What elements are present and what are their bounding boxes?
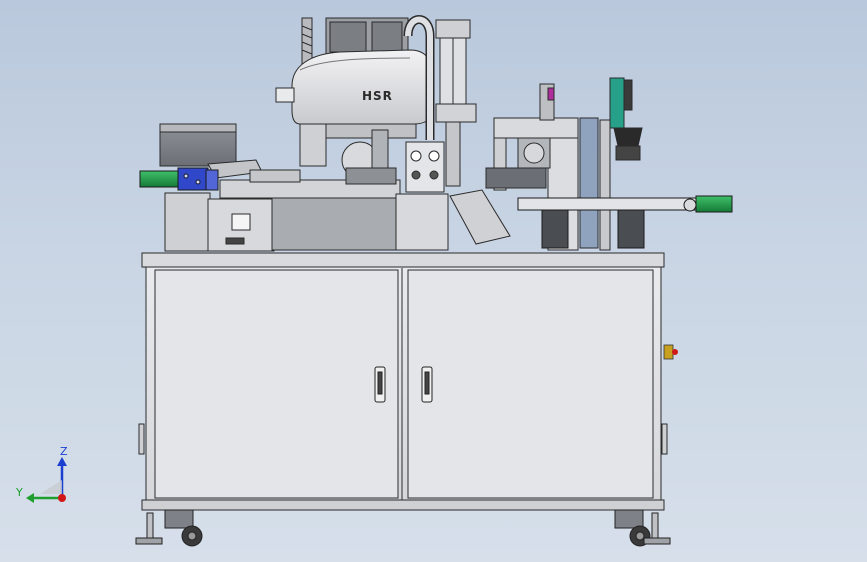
- triad-z-label: Z: [60, 445, 68, 458]
- pneumatic-control-panel: [405, 141, 445, 193]
- machine-cad-view: HSR Z Y: [15, 15, 733, 547]
- triad-y-label: Y: [15, 486, 23, 499]
- door-handle-left[interactable]: [374, 366, 386, 403]
- emergency-stop-button[interactable]: [663, 344, 678, 360]
- cabinet: [138, 252, 668, 511]
- gantry-frame: [493, 117, 579, 139]
- triad-y-arrowhead: [26, 493, 34, 503]
- discharge-chute: [449, 189, 511, 245]
- triad-plane: [40, 480, 62, 494]
- pressure-gauge-2: [428, 150, 440, 162]
- robot-arm-cap: [275, 87, 295, 103]
- gantry-blue-plate: [579, 117, 599, 249]
- cabinet-right-door[interactable]: [407, 269, 654, 499]
- green-conveyor-right: [517, 195, 733, 249]
- door-handle-right[interactable]: [421, 366, 433, 403]
- triad-x-axis: [58, 494, 66, 502]
- vision-camera: [609, 77, 643, 161]
- cabinet-top-plate: [141, 252, 665, 268]
- triad-z-arrowhead: [57, 457, 67, 466]
- caster-right: [614, 509, 671, 547]
- robot-brand-label: HSR: [362, 89, 393, 103]
- robot-ball-screw: [301, 17, 313, 65]
- coordinate-triad: Z Y: [15, 445, 68, 503]
- robot-column: [299, 123, 327, 167]
- feeder-base-block: [164, 192, 211, 252]
- sensor-magenta: [547, 87, 555, 101]
- cabinet-bottom-rail: [141, 499, 665, 511]
- pressure-gauge-1: [410, 150, 422, 162]
- cabinet-left-door[interactable]: [154, 269, 399, 499]
- caster-left: [135, 509, 203, 547]
- robot-arm: [291, 49, 433, 125]
- left-side-hinge: [138, 423, 145, 455]
- right-side-hinge: [661, 423, 668, 455]
- green-conveyor-left: [139, 167, 219, 191]
